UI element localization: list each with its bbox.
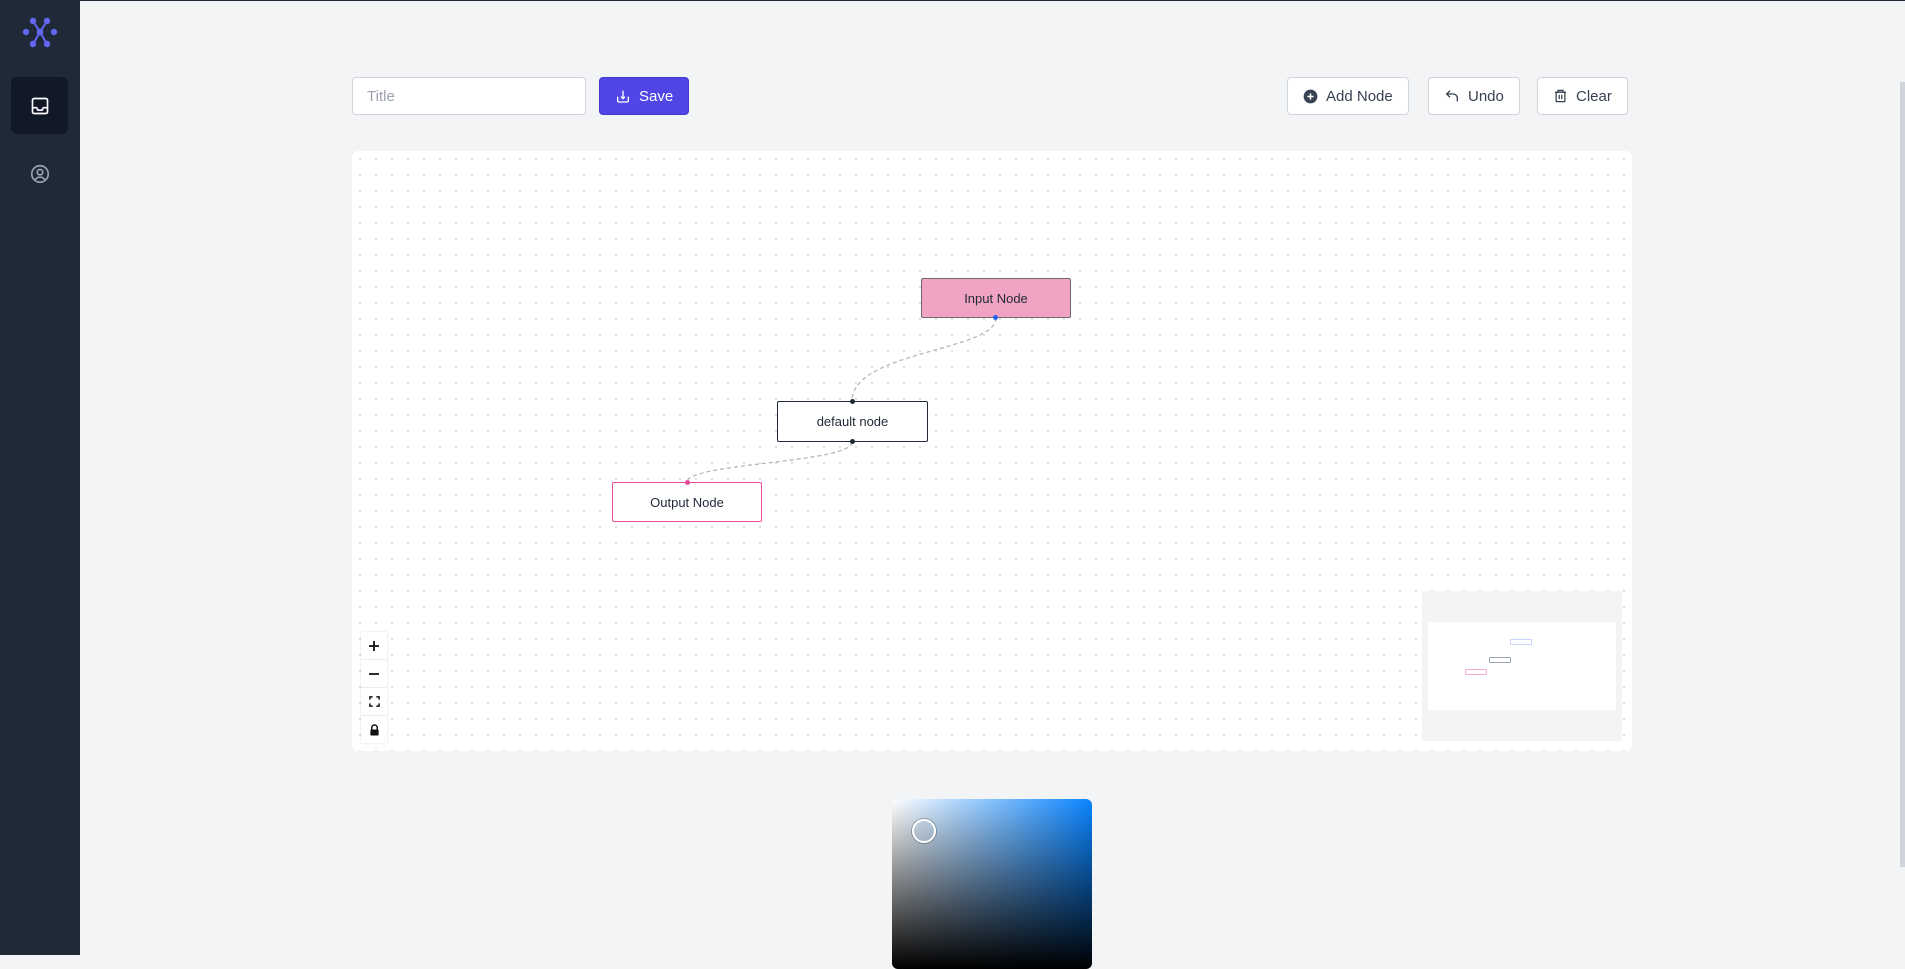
fullscreen-icon	[368, 696, 380, 707]
edge-default-output[interactable]	[686, 441, 853, 483]
sidebar-item-profile[interactable]	[11, 145, 68, 202]
save-label: Save	[639, 87, 674, 105]
trash-icon	[1554, 89, 1567, 103]
undo-button[interactable]: Undo	[1428, 77, 1520, 115]
node-label: default node	[816, 414, 889, 429]
lock-icon	[369, 723, 379, 735]
plus-circle-icon	[1303, 89, 1318, 103]
minimap-node	[1510, 639, 1532, 645]
sidebar	[0, 0, 80, 955]
flow-canvas[interactable]: Input Node default node Output Node	[352, 151, 1632, 751]
color-picker[interactable]	[892, 799, 1092, 969]
input-node[interactable]: Input Node	[921, 278, 1071, 318]
title-input[interactable]	[352, 77, 586, 115]
scrollbar[interactable]	[1900, 82, 1905, 867]
inbox-icon	[31, 97, 48, 114]
sidebar-item-inbox[interactable]	[11, 77, 68, 134]
save-button[interactable]: Save	[599, 77, 690, 115]
add-node-label: Add Node	[1326, 87, 1393, 105]
target-handle[interactable]	[850, 399, 855, 404]
fit-view-button[interactable]	[361, 688, 387, 716]
add-node-button[interactable]: Add Node	[1287, 77, 1409, 115]
flow-controls	[361, 632, 387, 743]
edge-input-default[interactable]	[851, 317, 997, 402]
clear-button[interactable]: Clear	[1537, 77, 1628, 115]
undo-icon	[1445, 90, 1458, 102]
logo-icon[interactable]	[20, 15, 60, 51]
save-icon	[617, 90, 629, 103]
output-node[interactable]: Output Node	[612, 482, 762, 522]
node-label: Input Node	[964, 290, 1028, 306]
plus-icon	[369, 640, 379, 651]
minimap[interactable]	[1422, 591, 1622, 741]
lock-button[interactable]	[361, 716, 387, 743]
minimap-viewport	[1428, 622, 1616, 710]
target-handle[interactable]	[685, 480, 690, 485]
source-handle[interactable]	[993, 315, 998, 320]
zoom-in-button[interactable]	[361, 632, 387, 660]
color-picker-cursor[interactable]	[912, 819, 936, 843]
top-border	[0, 0, 1905, 1]
default-node[interactable]: default node	[777, 401, 928, 442]
clear-label: Clear	[1576, 87, 1612, 105]
source-handle[interactable]	[850, 439, 855, 444]
undo-label: Undo	[1468, 87, 1504, 105]
zoom-out-button[interactable]	[361, 660, 387, 688]
minimap-node	[1489, 657, 1511, 663]
node-label: Output Node	[650, 494, 724, 510]
user-circle-icon	[30, 164, 49, 183]
minimap-node	[1465, 669, 1487, 675]
minus-icon	[369, 672, 379, 675]
